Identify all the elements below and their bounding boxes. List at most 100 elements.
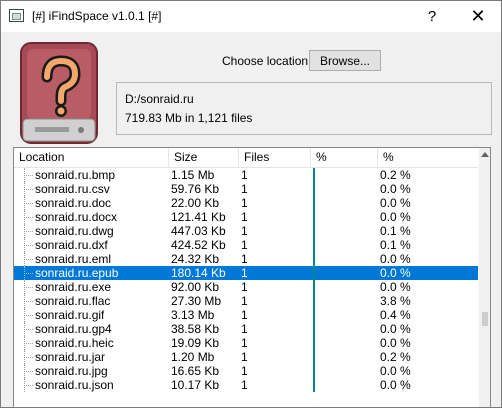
row-name: sonraid.ru.dwg: [35, 224, 114, 238]
row-percent-bar: [313, 168, 315, 182]
row-files: 1: [241, 182, 248, 196]
table-row[interactable]: sonraid.ru.bmp 1.15 Mb 1 0.2 %: [14, 168, 478, 182]
disk-question-icon: [20, 42, 98, 144]
tree-branch: [24, 189, 33, 190]
tree-branch: [24, 329, 33, 330]
row-size: 447.03 Kb: [171, 224, 226, 238]
table-row[interactable]: sonraid.ru.gp4 38.58 Kb 1 0.0 %: [14, 322, 478, 336]
tree-branch: [24, 301, 33, 302]
tree-branch: [24, 203, 33, 204]
help-button[interactable]: ?: [409, 1, 455, 32]
results-list[interactable]: Location Size Files % % sonraid.ru.bmp 1.…: [13, 147, 491, 407]
row-files: 1: [241, 224, 248, 238]
row-percent: 0.0 %: [380, 196, 411, 210]
row-percent: 0.0 %: [380, 266, 411, 280]
row-size: 1.15 Mb: [171, 168, 215, 182]
row-percent: 0.0 %: [380, 252, 411, 266]
scroll-thumb[interactable]: [482, 312, 488, 326]
table-row[interactable]: sonraid.ru.dxf 424.52 Kb 1 0.1 %: [14, 238, 478, 252]
table-row[interactable]: sonraid.ru.csv 59.76 Kb 1 0.0 %: [14, 182, 478, 196]
vertical-scrollbar[interactable]: [479, 148, 490, 407]
tree-branch: [24, 259, 33, 260]
table-row[interactable]: sonraid.ru.jar 1.20 Mb 1 0.2 %: [14, 350, 478, 364]
row-name: sonraid.ru.eml: [35, 252, 112, 266]
scroll-up-arrow-icon[interactable]: [481, 152, 489, 157]
row-size: 38.58 Kb: [171, 322, 220, 336]
table-row[interactable]: sonraid.ru.flac 27.30 Mb 1 3.8 %: [14, 294, 478, 308]
row-percent-bar: [313, 308, 315, 322]
row-size: 16.65 Kb: [171, 364, 220, 378]
row-name: sonraid.ru.epub: [35, 266, 119, 280]
row-name: sonraid.ru.docx: [35, 210, 118, 224]
tree-branch: [24, 315, 33, 316]
row-files: 1: [241, 336, 248, 350]
row-files: 1: [241, 168, 248, 182]
table-row[interactable]: sonraid.ru.heic 19.09 Kb 1 0.0 %: [14, 336, 478, 350]
table-row[interactable]: sonraid.ru.jpg 16.65 Kb 1 0.0 %: [14, 364, 478, 378]
row-files: 1: [241, 350, 248, 364]
row-percent-bar: [313, 238, 315, 252]
tree-branch: [24, 343, 33, 344]
row-size: 10.17 Kb: [171, 378, 220, 392]
row-files: 1: [241, 252, 248, 266]
row-size: 424.52 Kb: [171, 238, 226, 252]
row-percent-bar: [313, 336, 315, 350]
row-name: sonraid.ru.flac: [35, 294, 111, 308]
column-header-files[interactable]: Files: [239, 148, 311, 167]
table-row[interactable]: sonraid.ru.dwg 447.03 Kb 1 0.1 %: [14, 224, 478, 238]
row-files: 1: [241, 322, 248, 336]
row-name: sonraid.ru.gp4: [35, 322, 112, 336]
row-percent: 0.1 %: [380, 224, 411, 238]
row-size: 22.00 Kb: [171, 196, 220, 210]
window-title: [#] iFindSpace v1.0.1 [#]: [32, 9, 162, 23]
row-files: 1: [241, 308, 248, 322]
column-header-size[interactable]: Size: [169, 148, 239, 167]
row-files: 1: [241, 238, 248, 252]
row-name: sonraid.ru.gif: [35, 308, 105, 322]
table-row[interactable]: sonraid.ru.eml 24.32 Kb 1 0.0 %: [14, 252, 478, 266]
row-percent-bar: [313, 378, 315, 392]
browse-button[interactable]: Browse...: [309, 50, 381, 71]
row-percent-bar: [313, 364, 315, 378]
row-size: 27.30 Mb: [171, 294, 222, 308]
column-header-location[interactable]: Location: [14, 148, 169, 167]
table-row[interactable]: sonraid.ru.json 10.17 Kb 1 0.0 %: [14, 378, 478, 392]
list-header: Location Size Files % %: [14, 148, 478, 168]
table-row[interactable]: sonraid.ru.epub 180.14 Kb 1 0.0 %: [14, 266, 478, 280]
row-percent: 0.0 %: [380, 336, 411, 350]
app-icon: [9, 9, 24, 22]
row-percent-bar: [313, 350, 315, 364]
table-row[interactable]: sonraid.ru.docx 121.41 Kb 1 0.0 %: [14, 210, 478, 224]
choose-location-label: Choose location:: [222, 54, 312, 68]
row-percent-bar: [313, 196, 315, 210]
row-size: 59.76 Kb: [171, 182, 220, 196]
row-percent-bar: [313, 294, 315, 308]
row-percent-bar: [313, 210, 315, 224]
row-name: sonraid.ru.exe: [35, 280, 112, 294]
row-size: 3.13 Mb: [171, 308, 215, 322]
table-row[interactable]: sonraid.ru.doc 22.00 Kb 1 0.0 %: [14, 196, 478, 210]
row-percent-bar: [313, 266, 315, 280]
column-header-percent[interactable]: %: [378, 148, 478, 167]
row-files: 1: [241, 280, 248, 294]
row-percent: 0.1 %: [380, 238, 411, 252]
close-button[interactable]: ✕: [455, 1, 501, 32]
row-percent: 0.2 %: [380, 168, 411, 182]
table-row[interactable]: sonraid.ru.gif 3.13 Mb 1 0.4 %: [14, 308, 478, 322]
row-percent-bar: [313, 182, 315, 196]
row-files: 1: [241, 196, 248, 210]
table-row[interactable]: sonraid.ru.exe 92.00 Kb 1 0.0 %: [14, 280, 478, 294]
help-icon: ?: [427, 8, 437, 25]
row-percent-bar: [313, 280, 315, 294]
row-size: 180.14 Kb: [171, 266, 226, 280]
row-name: sonraid.ru.dxf: [35, 238, 108, 252]
row-name: sonraid.ru.doc: [35, 196, 112, 210]
tree-branch: [24, 371, 33, 372]
column-header-bar-percent[interactable]: %: [311, 148, 378, 167]
tree-branch: [24, 245, 33, 246]
close-icon: ✕: [470, 6, 486, 26]
row-name: sonraid.ru.jar: [35, 350, 106, 364]
title-bar[interactable]: [#] iFindSpace v1.0.1 [#] ? ✕: [1, 1, 501, 32]
row-percent: 0.0 %: [380, 182, 411, 196]
row-files: 1: [241, 266, 248, 280]
